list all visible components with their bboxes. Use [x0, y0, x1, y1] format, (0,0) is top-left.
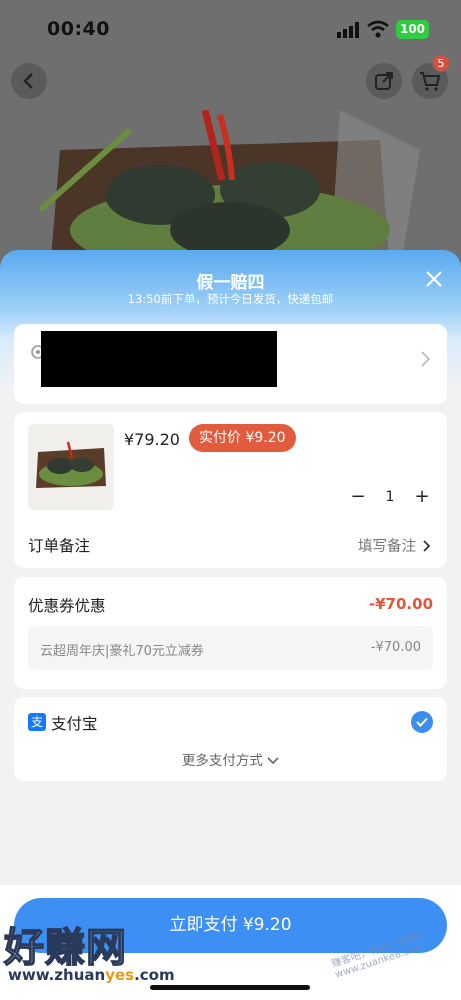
status-time: 00:40: [47, 18, 110, 40]
coupon-card: 优惠券优惠 -¥70.00 云超周年庆|豪礼70元立减券 -¥70.00: [14, 577, 447, 689]
product-photo: [40, 110, 420, 270]
share-button[interactable]: [366, 63, 402, 99]
chevron-right-icon: [423, 539, 431, 552]
actual-pay-badge: 实付价 ¥9.20: [189, 424, 296, 452]
product-thumbnail: [28, 424, 114, 510]
coupon-label: 优惠券优惠: [28, 597, 106, 615]
quantity-value: 1: [385, 489, 395, 505]
fill-remark-label: 填写备注: [358, 539, 416, 555]
chevron-left-icon: [23, 73, 33, 89]
watermark-url: www.zhuanyes.com: [8, 966, 175, 984]
redacted-address: [41, 331, 277, 387]
decrease-button[interactable]: −: [346, 484, 370, 510]
signal-icon: [337, 22, 359, 38]
address-card[interactable]: [14, 324, 447, 404]
battery-indicator: 100: [396, 20, 429, 39]
coupon-amount: -¥70.00: [368, 595, 433, 613]
chevron-right-icon: [421, 351, 431, 367]
payment-method-alipay[interactable]: 支付宝: [51, 712, 98, 734]
cart-icon: [420, 72, 441, 91]
wifi-icon: [367, 20, 389, 38]
order-card: ¥79.20 实付价 ¥9.20 − 1 + 订单备注 填写备注: [14, 412, 447, 568]
coupon-name: 云超周年庆|豪礼70元立减券: [40, 644, 204, 659]
payment-card: 支 支付宝 更多支付方式: [14, 697, 447, 781]
share-icon: [375, 72, 393, 90]
watermark-logo: 好赚网: [3, 924, 127, 972]
fill-remark-link[interactable]: 填写备注: [358, 535, 431, 556]
watermark-url-c: .com: [134, 966, 175, 984]
close-icon[interactable]: [423, 268, 445, 290]
increase-button[interactable]: +: [410, 484, 434, 510]
home-indicator: [150, 985, 310, 990]
product-thumbnail-image: [28, 424, 114, 510]
sheet-title: 假一赔四: [196, 273, 265, 293]
coupon-detail-amount: -¥70.00: [370, 640, 421, 655]
cart-badge: 5: [432, 54, 450, 72]
alipay-icon: 支: [28, 713, 46, 731]
product-price: ¥79.20: [124, 430, 180, 449]
watermark-url-b: yes: [105, 966, 135, 984]
quantity-stepper: − 1 +: [346, 484, 434, 510]
coupon-detail[interactable]: 云超周年庆|豪礼70元立减券 -¥70.00: [28, 626, 433, 670]
more-payment-methods[interactable]: 更多支付方式: [14, 749, 447, 769]
chevron-down-icon: [267, 757, 279, 765]
more-payment-label: 更多支付方式: [181, 753, 263, 769]
watermark-url-a: www.zhuan: [8, 966, 106, 984]
sheet-subtitle: 13:50前下单，预计今日发货，快递包邮: [127, 292, 334, 306]
back-button[interactable]: [11, 63, 47, 99]
check-icon[interactable]: [411, 711, 433, 733]
status-bar: 00:40 100: [0, 0, 461, 56]
order-remark-label: 订单备注: [28, 537, 91, 555]
